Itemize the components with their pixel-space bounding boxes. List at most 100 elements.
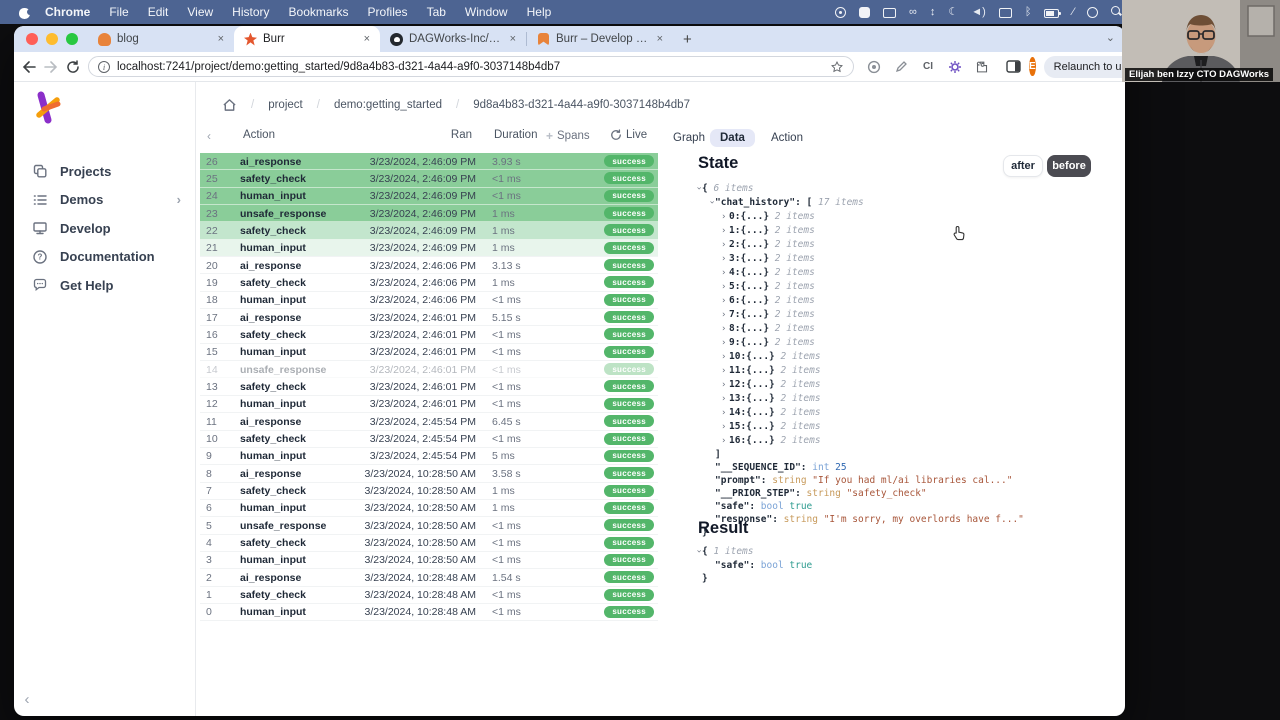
menubar-menu-item[interactable]: Tab xyxy=(427,5,446,19)
tab-burr-active[interactable]: Burr × xyxy=(234,26,380,52)
back-button[interactable] xyxy=(22,58,36,76)
json-expand-arrow[interactable]: › xyxy=(692,186,705,194)
row-action-name[interactable]: safety_check xyxy=(240,225,306,237)
pen-extension-icon[interactable] xyxy=(893,59,909,75)
json-expand-arrow[interactable]: › xyxy=(721,365,729,378)
breadcrumb-demo[interactable]: demo:getting_started xyxy=(334,99,442,111)
row-action-name[interactable]: ai_response xyxy=(240,260,301,272)
tab-burr-docs[interactable]: Burr – Develop Stateful AI Ap × xyxy=(527,26,673,52)
menubar-menu-item[interactable]: Profiles xyxy=(368,5,408,19)
json-line[interactable]: } xyxy=(694,572,812,585)
privacy-extension-icon[interactable] xyxy=(866,59,882,75)
json-expand-arrow[interactable]: › xyxy=(721,351,729,364)
json-line[interactable]: ›{ 6 items xyxy=(694,182,1024,196)
table-row[interactable]: 26 ai_response 3/23/2024, 2:46:09 PM 3.9… xyxy=(200,153,658,171)
relaunch-to-update-button[interactable]: Relaunch to update ⋮ xyxy=(1043,55,1125,78)
tab-data-active[interactable]: Data xyxy=(710,129,755,147)
row-action-name[interactable]: safety_check xyxy=(240,329,306,341)
json-line[interactable]: ›"chat_history": [ 17 items xyxy=(694,196,1024,210)
breadcrumb-run-id[interactable]: 9d8a4b83-d321-4a44-a9f0-3037148b4db7 xyxy=(473,99,690,111)
row-action-name[interactable]: ai_response xyxy=(240,312,301,324)
table-row[interactable]: 18 human_input 3/23/2024, 2:46:06 PM <1 … xyxy=(200,292,658,310)
sidebar-item-projects[interactable]: Projects xyxy=(14,157,195,186)
extensions-puzzle-icon[interactable] xyxy=(974,59,990,75)
display-status-icon[interactable] xyxy=(883,7,897,18)
row-action-name[interactable]: human_input xyxy=(240,554,306,566)
gauge-status-icon[interactable] xyxy=(835,6,847,18)
table-row[interactable]: 3 human_input 3/23/2024, 10:28:50 AM <1 … xyxy=(200,552,658,570)
sidebar-item-get-help[interactable]: Get Help xyxy=(14,271,195,300)
json-line[interactable]: › 12:{...} 2 items xyxy=(694,378,1024,392)
table-row[interactable]: 15 human_input 3/23/2024, 2:46:01 PM <1 … xyxy=(200,344,658,362)
record-status-icon[interactable] xyxy=(1087,6,1099,18)
table-row[interactable]: 7 safety_check 3/23/2024, 10:28:50 AM 1 … xyxy=(200,483,658,500)
before-button[interactable]: before xyxy=(1047,155,1091,177)
json-line[interactable]: "__PRIOR_STEP": string "safety_check" xyxy=(694,487,1024,500)
column-header-spans[interactable]: + Spans xyxy=(546,129,590,143)
json-expand-arrow[interactable]: › xyxy=(721,323,729,336)
table-row[interactable]: 13 safety_check 3/23/2024, 2:46:01 PM <1… xyxy=(200,378,658,396)
json-expand-arrow[interactable]: › xyxy=(721,295,729,308)
row-action-name[interactable]: unsafe_response xyxy=(240,208,326,220)
sidebar-item-develop[interactable]: Develop xyxy=(14,214,195,243)
table-row[interactable]: 2 ai_response 3/23/2024, 10:28:48 AM 1.5… xyxy=(200,569,658,587)
json-expand-arrow[interactable]: › xyxy=(721,379,729,392)
site-info-icon[interactable]: i xyxy=(98,60,110,73)
row-action-name[interactable]: human_input xyxy=(240,190,306,202)
row-action-name[interactable]: safety_check xyxy=(240,433,306,445)
json-line[interactable]: ] xyxy=(694,448,1024,461)
table-row[interactable]: 8 ai_response 3/23/2024, 10:28:50 AM 3.5… xyxy=(200,465,658,483)
row-action-name[interactable]: safety_check xyxy=(240,173,306,185)
row-action-name[interactable]: human_input xyxy=(240,450,306,462)
breadcrumb-project[interactable]: project xyxy=(268,99,303,111)
json-line[interactable]: › 7:{...} 2 items xyxy=(694,308,1024,322)
profile-avatar[interactable]: E xyxy=(1029,57,1036,76)
json-expand-arrow[interactable]: › xyxy=(721,225,729,238)
json-line[interactable]: › 10:{...} 2 items xyxy=(694,350,1024,364)
tab-blog[interactable]: blog × xyxy=(88,26,234,52)
json-line[interactable]: › 14:{...} 2 items xyxy=(694,406,1024,420)
json-line[interactable]: "prompt": string "If you had ml/ai libra… xyxy=(694,474,1024,487)
json-expand-arrow[interactable]: › xyxy=(721,253,729,266)
bookmark-star-icon[interactable] xyxy=(830,60,844,74)
gear-extension-icon[interactable] xyxy=(947,59,963,75)
row-action-name[interactable]: human_input xyxy=(240,294,306,306)
json-line[interactable]: › 1:{...} 2 items xyxy=(694,224,1024,238)
row-action-name[interactable]: safety_check xyxy=(240,537,306,549)
table-row[interactable]: 23 unsafe_response 3/23/2024, 2:46:09 PM… xyxy=(200,205,658,223)
json-line[interactable]: › 9:{...} 2 items xyxy=(694,336,1024,350)
json-line[interactable]: › 13:{...} 2 items xyxy=(694,392,1024,406)
menubar-menu-item[interactable]: View xyxy=(187,5,213,19)
row-action-name[interactable]: ai_response xyxy=(240,416,301,428)
home-icon[interactable] xyxy=(222,98,237,112)
table-row[interactable]: 5 unsafe_response 3/23/2024, 10:28:50 AM… xyxy=(200,517,658,535)
table-row[interactable]: 21 human_input 3/23/2024, 2:46:09 PM 1 m… xyxy=(200,239,658,258)
menubar-menu-item[interactable]: Help xyxy=(527,5,552,19)
menubar-menu-item[interactable]: Bookmarks xyxy=(289,5,349,19)
table-row[interactable]: 24 human_input 3/23/2024, 2:46:09 PM <1 … xyxy=(200,187,658,206)
json-expand-arrow[interactable]: › xyxy=(721,211,729,224)
ci-extension-icon[interactable]: CI xyxy=(920,59,936,75)
table-row[interactable]: 22 safety_check 3/23/2024, 2:46:09 PM 1 … xyxy=(200,222,658,240)
row-action-name[interactable]: ai_response xyxy=(240,572,301,584)
table-row[interactable]: 4 safety_check 3/23/2024, 10:28:50 AM <1… xyxy=(200,535,658,552)
json-expand-arrow[interactable]: › xyxy=(705,200,718,208)
after-button[interactable]: after xyxy=(1003,155,1043,177)
json-expand-arrow[interactable]: › xyxy=(721,309,729,322)
row-action-name[interactable]: ai_response xyxy=(240,468,301,480)
json-expand-arrow[interactable]: › xyxy=(721,393,729,406)
chevron-right-icon[interactable]: › xyxy=(177,192,181,207)
table-row[interactable]: 11 ai_response 3/23/2024, 2:45:54 PM 6.4… xyxy=(200,413,658,431)
battery-status-icon[interactable] xyxy=(1044,8,1062,18)
menubar-menu-item[interactable]: Window xyxy=(465,5,508,19)
tab-close-icon[interactable]: × xyxy=(655,33,665,45)
json-expand-arrow[interactable]: › xyxy=(721,337,729,350)
json-line[interactable]: "safe": bool true xyxy=(694,559,812,572)
table-row[interactable]: 1 safety_check 3/23/2024, 10:28:48 AM <1… xyxy=(200,587,658,604)
apple-menu-icon[interactable] xyxy=(18,6,33,19)
row-action-name[interactable]: safety_check xyxy=(240,589,306,601)
bluetooth-status-icon[interactable]: ᛒ xyxy=(1025,6,1032,18)
json-line[interactable]: › 16:{...} 2 items xyxy=(694,434,1024,448)
tab-github-burr[interactable]: DAGWorks-Inc/burr: Build ap × xyxy=(380,26,526,52)
json-expand-arrow[interactable]: › xyxy=(721,421,729,434)
